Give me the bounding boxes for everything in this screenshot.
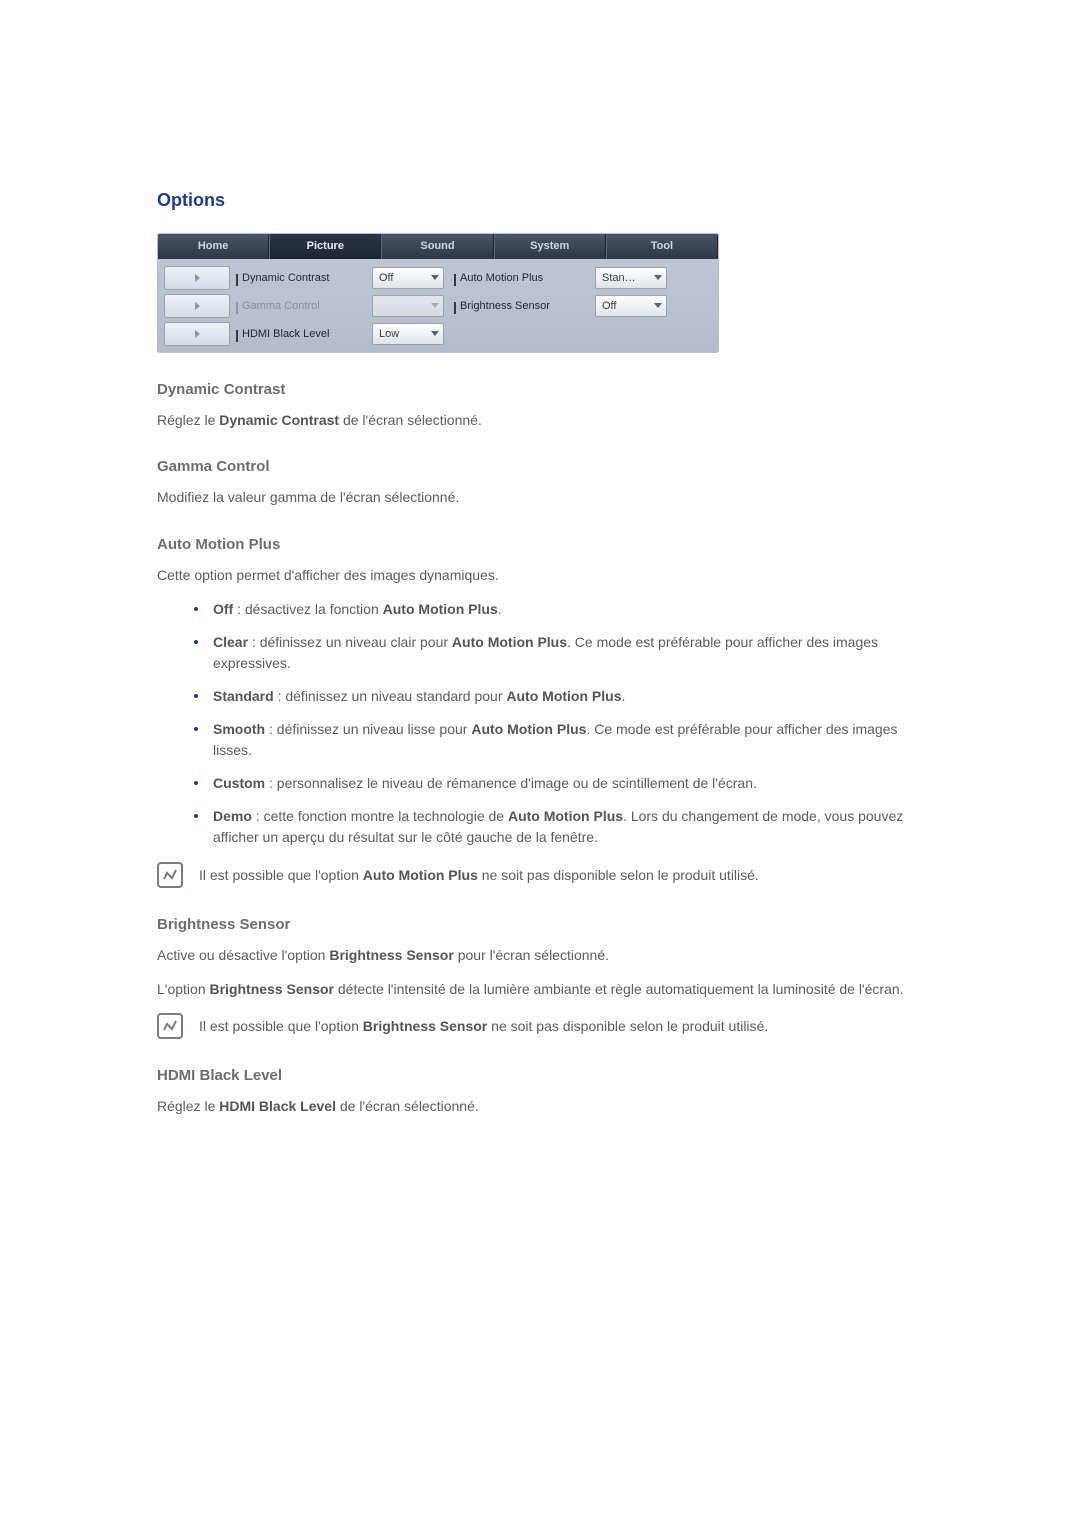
field-label: HDMI Black Level — [238, 328, 372, 340]
brightness-sensor-heading: Brightness Sensor — [157, 916, 925, 933]
note-text: Il est possible que l'option Brightness … — [199, 1016, 768, 1036]
tab-tool[interactable]: Tool — [606, 234, 718, 259]
hdmi-black-level-text: Réglez le HDMI Black Level de l'écran sé… — [157, 1096, 925, 1116]
note: Il est possible que l'option Brightness … — [157, 1013, 925, 1039]
field-label: Dynamic Contrast — [238, 272, 372, 284]
panel-body: Dynamic Contrast Off Auto Motion Plus St… — [158, 259, 718, 352]
row-expand-button[interactable] — [164, 294, 230, 318]
field-label: Gamma Control — [238, 300, 372, 312]
panel-row: HDMI Black Level Low — [164, 321, 712, 346]
brightness-sensor-select[interactable]: Off — [595, 295, 667, 317]
dynamic-contrast-text: Réglez le Dynamic Contrast de l'écran sé… — [157, 410, 925, 430]
hdmi-black-level-heading: HDMI Black Level — [157, 1067, 925, 1084]
brightness-sensor-text-2: L'option Brightness Sensor détecte l'int… — [157, 979, 925, 999]
auto-motion-plus-select[interactable]: Stan… — [595, 267, 667, 289]
gamma-control-select — [372, 295, 444, 317]
tab-sound[interactable]: Sound — [381, 234, 493, 259]
chevron-right-icon — [195, 302, 200, 310]
auto-motion-plus-list: Off : désactivez la fonction Auto Motion… — [157, 599, 925, 848]
panel-tabs: Home Picture Sound System Tool — [158, 234, 718, 259]
hdmi-black-level-select[interactable]: Low — [372, 323, 444, 345]
caret-down-icon — [431, 303, 439, 308]
field-label: Brightness Sensor — [456, 300, 595, 312]
list-item: Custom : personnalisez le niveau de réma… — [157, 773, 925, 794]
auto-motion-plus-text: Cette option permet d'afficher des image… — [157, 565, 925, 585]
dynamic-contrast-select[interactable]: Off — [372, 267, 444, 289]
chevron-right-icon — [195, 330, 200, 338]
note-icon — [157, 862, 183, 888]
field-label: Auto Motion Plus — [456, 272, 595, 284]
caret-down-icon — [654, 275, 662, 280]
tab-system[interactable]: System — [494, 234, 606, 259]
list-item: Smooth : définissez un niveau lisse pour… — [157, 719, 925, 761]
panel-row: Gamma Control Brightness Sensor Off — [164, 293, 712, 318]
auto-motion-plus-heading: Auto Motion Plus — [157, 536, 925, 553]
settings-panel: Home Picture Sound System Tool Dynamic C… — [157, 233, 719, 353]
panel-row: Dynamic Contrast Off Auto Motion Plus St… — [164, 265, 712, 290]
row-expand-button[interactable] — [164, 266, 230, 290]
list-item: Demo : cette fonction montre la technolo… — [157, 806, 925, 848]
chevron-right-icon — [195, 274, 200, 282]
list-item: Clear : définissez un niveau clair pour … — [157, 632, 925, 674]
gamma-control-heading: Gamma Control — [157, 458, 925, 475]
caret-down-icon — [431, 275, 439, 280]
list-item: Standard : définissez un niveau standard… — [157, 686, 925, 707]
caret-down-icon — [654, 303, 662, 308]
tab-picture[interactable]: Picture — [269, 234, 381, 259]
note-icon — [157, 1013, 183, 1039]
brightness-sensor-text-1: Active ou désactive l'option Brightness … — [157, 945, 925, 965]
tab-home[interactable]: Home — [158, 234, 269, 259]
caret-down-icon — [431, 331, 439, 336]
dynamic-contrast-heading: Dynamic Contrast — [157, 381, 925, 398]
section-title: Options — [157, 190, 925, 211]
row-expand-button[interactable] — [164, 322, 230, 346]
note-text: Il est possible que l'option Auto Motion… — [199, 865, 759, 885]
gamma-control-text: Modifiez la valeur gamma de l'écran séle… — [157, 487, 925, 507]
list-item: Off : désactivez la fonction Auto Motion… — [157, 599, 925, 620]
note: Il est possible que l'option Auto Motion… — [157, 862, 925, 888]
